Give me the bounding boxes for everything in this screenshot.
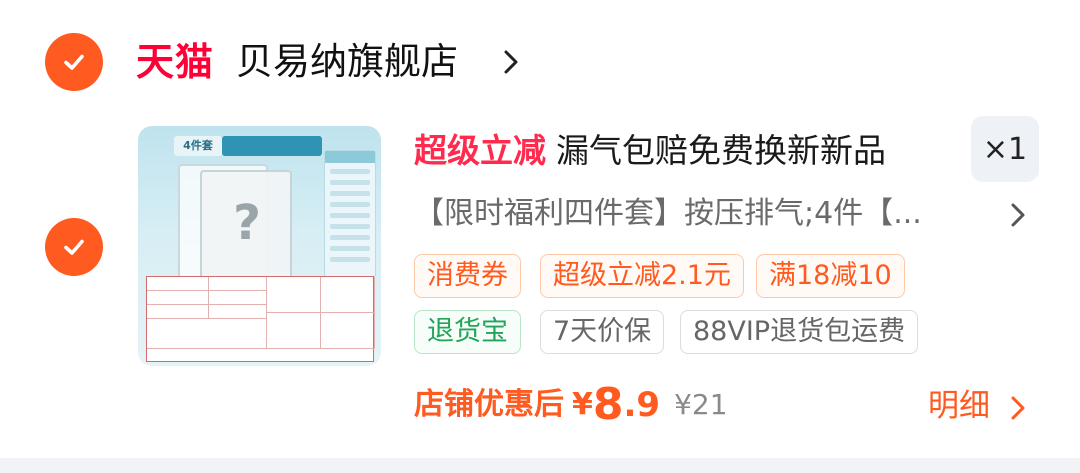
tag-instant-discount: 超级立减2.1元 <box>540 254 744 298</box>
chevron-right-icon[interactable] <box>1008 198 1030 232</box>
check-icon <box>64 54 84 70</box>
tag-threshold-discount: 满18减10 <box>756 254 905 298</box>
placeholder-question-icon: ? <box>233 195 261 251</box>
section-divider <box>0 458 1080 473</box>
store-header: 天猫 贝易纳旗舰店 <box>0 0 1080 120</box>
store-name[interactable]: 贝易纳旗舰店 <box>236 34 458 90</box>
store-select-checkbox[interactable] <box>45 33 103 91</box>
price-decimal: .9 <box>623 385 661 425</box>
quantity-badge[interactable]: ×1 <box>971 116 1039 182</box>
thumbnail-tag: 4件套 <box>174 136 222 156</box>
price-integer: 8 <box>592 379 624 430</box>
currency-symbol: ¥ <box>572 387 593 422</box>
price-row: 店铺优惠后 ¥8.9 ¥21 <box>414 380 728 430</box>
product-thumbnail[interactable]: 4件套 ? <box>138 126 381 366</box>
thumbnail-banner <box>222 136 322 156</box>
chevron-right-icon[interactable] <box>500 44 524 80</box>
promo-title: 超级立减 <box>414 131 546 170</box>
tag-vip-shipping: 88VIP退货包运费 <box>680 310 919 354</box>
product-title: 漏气包赔免费换新新品 <box>556 131 886 170</box>
chevron-right-icon[interactable] <box>1008 392 1030 424</box>
price-detail-link[interactable]: 明细 <box>928 382 990 430</box>
check-icon <box>64 239 84 255</box>
tag-price-protection: 7天价保 <box>540 310 665 354</box>
feature-list-graphic <box>324 150 376 278</box>
original-price: ¥21 <box>674 388 728 421</box>
tag-return-insurance: 退货宝 <box>414 310 521 354</box>
product-title-row[interactable]: 超级立减 漏气包赔免费换新新品 <box>414 126 886 176</box>
size-table-graphic <box>146 276 375 362</box>
sku-selector[interactable]: 【限时福利四件套】按压排气;4件【... <box>414 190 922 238</box>
tag-coupon: 消费券 <box>414 254 521 298</box>
price-label: 店铺优惠后 <box>414 387 564 422</box>
item-select-checkbox[interactable] <box>45 218 103 276</box>
tmall-logo: 天猫 <box>136 40 215 84</box>
